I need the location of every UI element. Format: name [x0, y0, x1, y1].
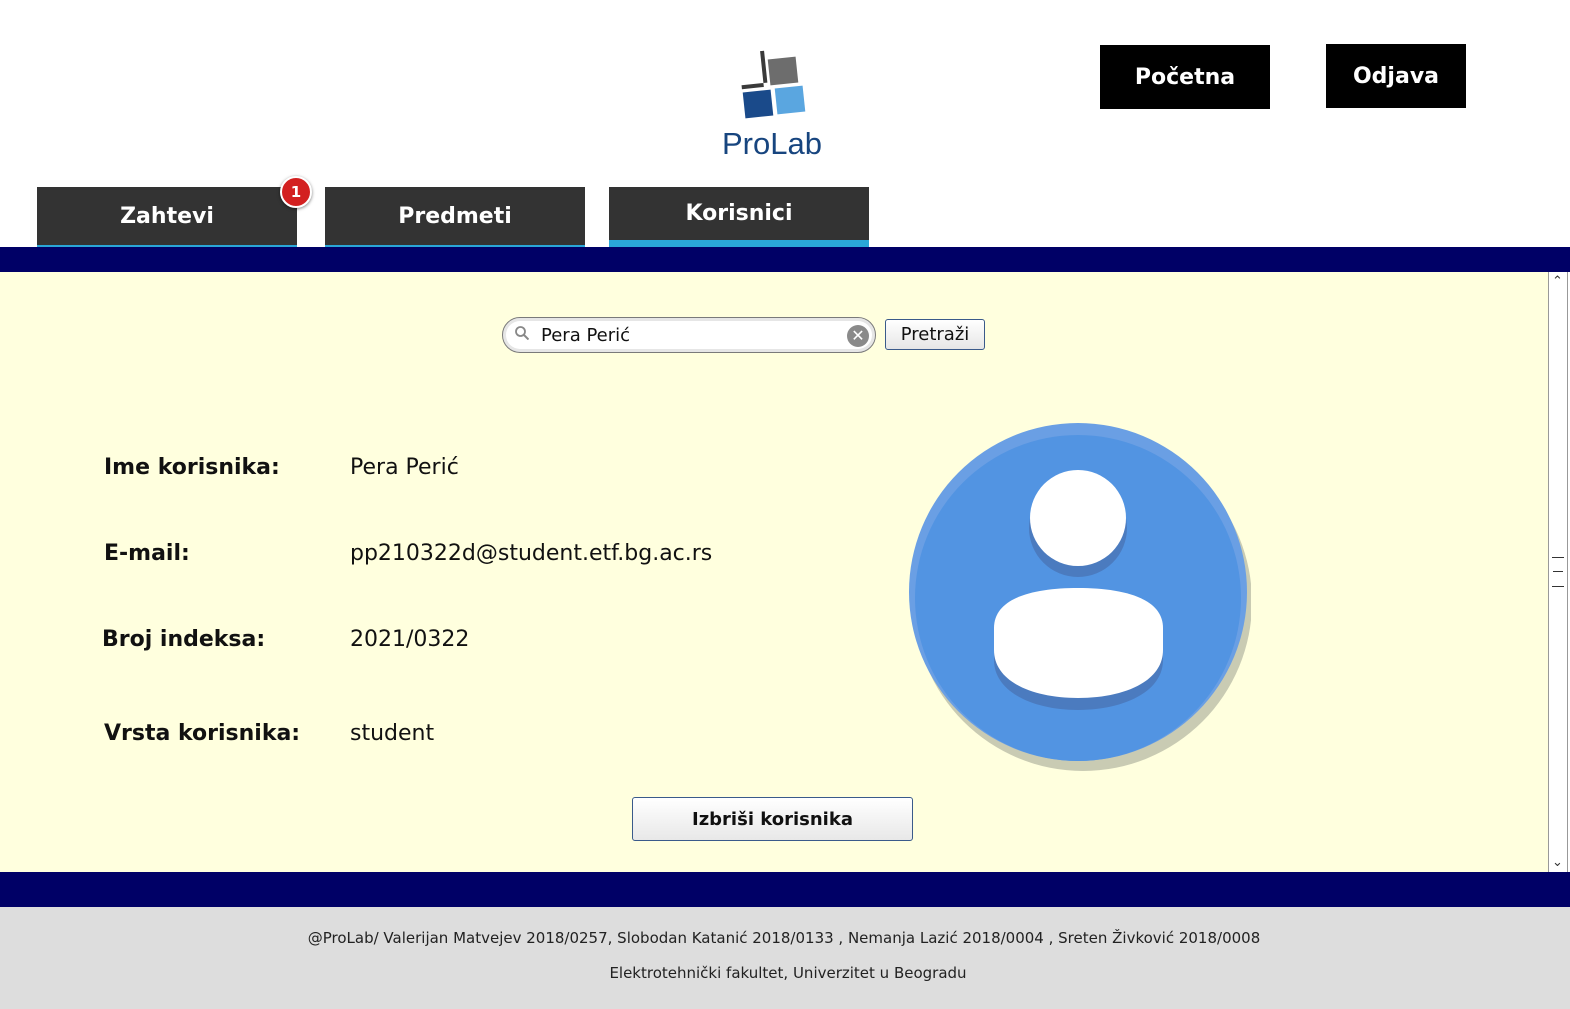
- user-type-value: student: [350, 721, 435, 746]
- main-panel: [0, 272, 1548, 872]
- user-type-label: Vrsta korisnika:: [104, 721, 301, 746]
- tab-zahtevi[interactable]: Zahtevi: [37, 187, 297, 247]
- notification-badge: 1: [280, 176, 312, 208]
- top-band: [0, 247, 1570, 272]
- logout-button[interactable]: Odjava: [1326, 44, 1466, 108]
- search-value: Pera Perić: [541, 325, 631, 346]
- bottom-band: [0, 872, 1570, 907]
- name-value: Pera Perić: [350, 455, 459, 480]
- delete-user-button[interactable]: Izbriši korisnika: [632, 797, 913, 841]
- name-label: Ime korisnika:: [104, 455, 280, 480]
- tab-korisnici[interactable]: Korisnici: [609, 187, 869, 247]
- user-avatar-icon: [909, 423, 1251, 771]
- email-label: E-mail:: [104, 541, 190, 566]
- home-button[interactable]: Početna: [1100, 45, 1270, 109]
- index-label: Broj indeksa:: [102, 627, 266, 652]
- logo-text: ProLab: [722, 126, 822, 161]
- tab-label: Zahtevi: [120, 203, 214, 229]
- search-button[interactable]: Pretraži: [885, 319, 985, 350]
- footer-authors: @ProLab/ Valerijan Matvejev 2018/0257, S…: [307, 929, 1261, 947]
- logo-mark-icon: [741, 50, 806, 119]
- tab-label: Korisnici: [685, 201, 793, 226]
- footer: @ProLab/ Valerijan Matvejev 2018/0257, S…: [0, 907, 1570, 1009]
- search-input[interactable]: Pera Perić ✕: [502, 317, 876, 353]
- index-value: 2021/0322: [350, 627, 470, 652]
- prolab-logo: ProLab: [722, 48, 822, 161]
- chevron-down-icon[interactable]: ⌄: [1552, 855, 1563, 870]
- chevron-up-icon[interactable]: ⌃: [1552, 274, 1563, 289]
- tab-predmeti[interactable]: Predmeti: [325, 187, 585, 247]
- tab-label: Predmeti: [398, 203, 512, 229]
- search-icon: [515, 326, 529, 340]
- email-value: pp210322d@student.etf.bg.ac.rs: [350, 541, 713, 566]
- scrollbar-grip[interactable]: [1552, 557, 1564, 587]
- clear-icon[interactable]: ✕: [847, 325, 869, 347]
- footer-institution: Elektrotehnički fakultet, Univerzitet u …: [609, 964, 967, 982]
- vertical-scrollbar[interactable]: ⌃ ⌄: [1548, 272, 1568, 872]
